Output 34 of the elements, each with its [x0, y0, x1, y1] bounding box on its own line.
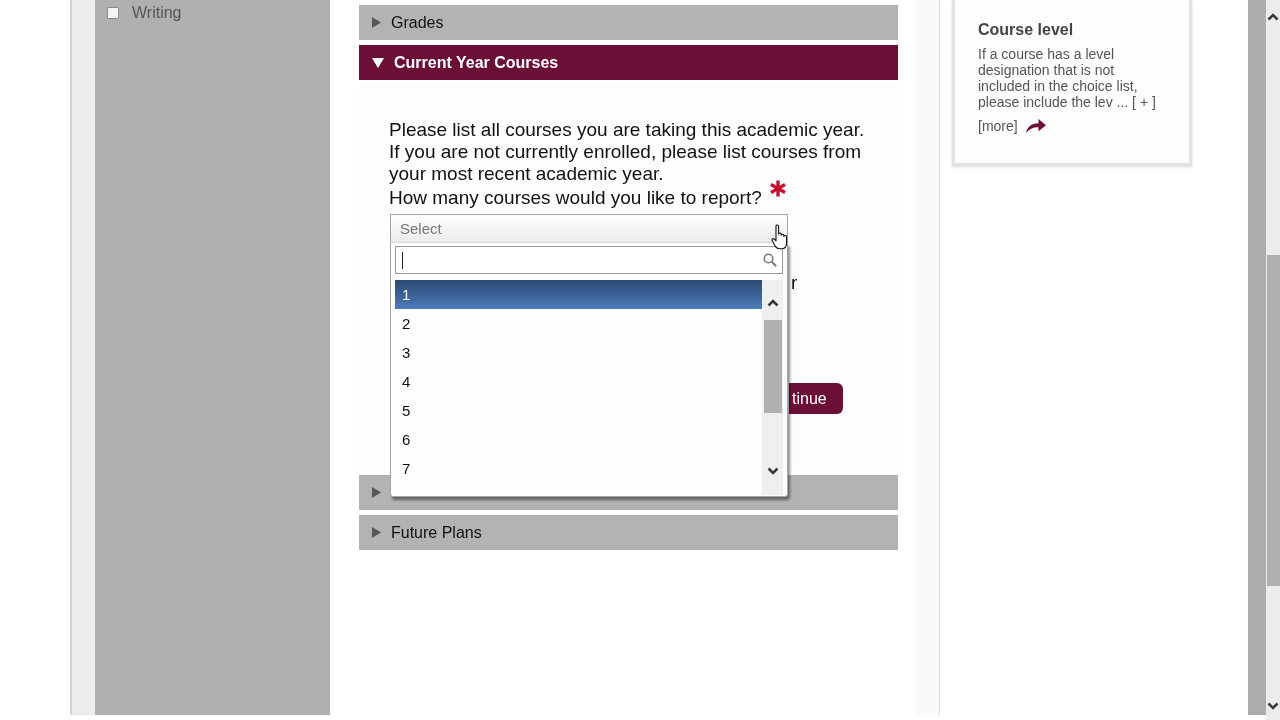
chevron-down-icon[interactable] [1267, 702, 1279, 710]
scrollbar-thumb[interactable] [763, 320, 782, 413]
checkbox-label: Writing [132, 4, 182, 22]
covered-text: r [791, 272, 798, 294]
chevron-up-icon[interactable] [1267, 13, 1279, 21]
instructions-text: Please list all courses you are taking this academic year. If you are not currently enrolled, please list courses from your most recent academic year. [389, 119, 866, 185]
dropdown-option[interactable]: 6 [395, 425, 762, 454]
chevron-up-icon[interactable] [766, 299, 779, 307]
help-title: Course level [978, 20, 1074, 40]
section-header[interactable]: Current Year Courses [359, 45, 898, 80]
search-field[interactable] [395, 246, 783, 274]
more-link[interactable]: [more] [978, 118, 1018, 134]
dropdown-option[interactable]: 4 [395, 367, 762, 396]
expand-link[interactable]: [ + ] [1132, 94, 1156, 110]
dropdown-option[interactable]: 5 [395, 396, 762, 425]
scrollbar-thumb[interactable] [1267, 255, 1280, 586]
triangle-right-icon [372, 17, 381, 28]
triangle-right-icon [372, 487, 381, 498]
question-label: How many courses would you like to report? [389, 187, 762, 209]
continue-button[interactable]: tinue [789, 383, 843, 414]
select-field[interactable]: Select [390, 214, 788, 243]
help-text: If a course has a level designation that is not included in the choice list, please include the lev ... [ + ] [978, 46, 1157, 110]
search-icon [763, 253, 777, 267]
triangle-right-icon [372, 527, 381, 538]
dropdown-option[interactable]: 3 [395, 338, 762, 367]
section-header[interactable]: Future Plans [359, 515, 898, 550]
dropdown-option[interactable]: 7 [395, 454, 762, 483]
triangle-down-icon [372, 57, 384, 68]
checkbox[interactable] [107, 7, 119, 19]
dropdown-option[interactable]: 2 [395, 309, 762, 338]
chevron-down-icon[interactable] [766, 467, 779, 475]
dropdown-option[interactable]: 1 [395, 280, 762, 309]
section-header[interactable]: Grades [359, 5, 898, 40]
curved-arrow-icon [1025, 119, 1046, 133]
